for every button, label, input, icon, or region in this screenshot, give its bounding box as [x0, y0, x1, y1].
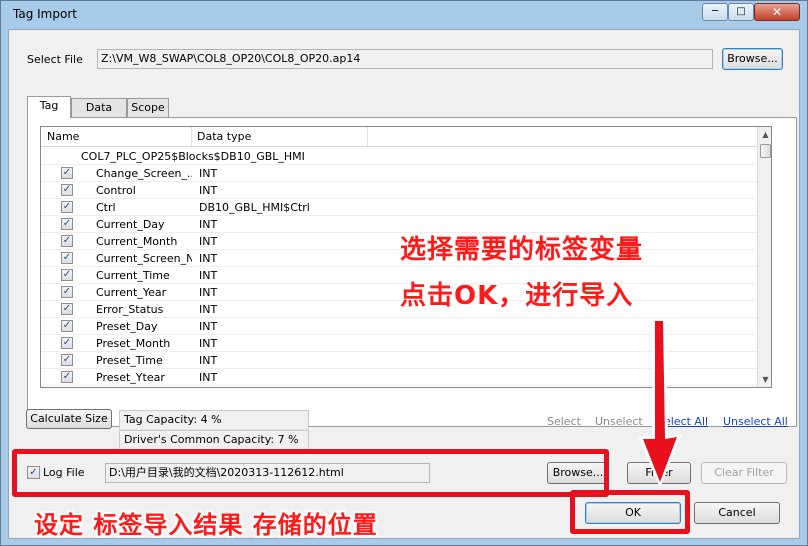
- row-name: Current_Screen_No: [96, 252, 192, 265]
- row-checkbox[interactable]: ✓: [61, 337, 73, 349]
- unselect-all-link[interactable]: Unselect All: [723, 415, 788, 428]
- title-bar[interactable]: Tag Import ─ □ ✕: [1, 1, 807, 29]
- row-name: Preset_Day: [96, 320, 158, 333]
- row-data-type: INT: [199, 286, 218, 299]
- cancel-button[interactable]: Cancel: [694, 502, 780, 524]
- table-row[interactable]: ✓ Control INT: [41, 182, 757, 199]
- table-row[interactable]: ✓ Current_Month INT: [41, 233, 757, 250]
- scroll-up-icon[interactable]: ▲: [758, 127, 771, 142]
- row-checkbox[interactable]: ✓: [61, 303, 73, 315]
- row-data-type: INT: [199, 184, 218, 197]
- driver-capacity-readout: Driver's Common Capacity: 7 %: [119, 430, 309, 450]
- scroll-down-icon[interactable]: ▼: [758, 372, 771, 387]
- table-row[interactable]: ✓ Current_Year INT: [41, 284, 757, 301]
- row-checkbox[interactable]: ✓: [61, 269, 73, 281]
- tab-scope[interactable]: Scope: [127, 98, 169, 118]
- table-row[interactable]: ✓ Ctrl DB10_GBL_HMI$Ctrl: [41, 199, 757, 216]
- row-checkbox[interactable]: ✓: [61, 184, 73, 196]
- row-checkbox[interactable]: ✓: [61, 320, 73, 332]
- maximize-button[interactable]: □: [728, 3, 754, 21]
- select-file-label: Select File: [27, 53, 83, 66]
- row-data-type: INT: [199, 337, 218, 350]
- table-row[interactable]: ✓ Change_Screen_... INT: [41, 165, 757, 182]
- row-checkbox[interactable]: ✓: [61, 167, 73, 179]
- row-data-type: INT: [199, 218, 218, 231]
- table-row[interactable]: ✓ Current_Time INT: [41, 267, 757, 284]
- select-file-browse-button[interactable]: Browse...: [722, 48, 783, 70]
- row-checkbox[interactable]: ✓: [61, 354, 73, 366]
- column-header-data-type[interactable]: Data type: [197, 130, 251, 143]
- annotation-click-ok: 点击OK，进行导入: [400, 281, 634, 311]
- row-name: Current_Month: [96, 235, 178, 248]
- group-row[interactable]: COL7_PLC_OP25$Blocks$DB10_GBL_HMI: [41, 148, 757, 165]
- arrow-down-icon: [638, 318, 682, 488]
- row-data-type: DB10_GBL_HMI$Ctrl: [199, 201, 310, 214]
- row-data-type: INT: [199, 252, 218, 265]
- ok-highlight-box: [570, 490, 690, 534]
- table-row[interactable]: ✓ Current_Screen_No INT: [41, 250, 757, 267]
- row-name: Error_Status: [96, 303, 164, 316]
- tab-data-type[interactable]: Data type: [71, 98, 127, 132]
- row-name: Current_Year: [96, 286, 167, 299]
- table-row[interactable]: ✓ Error_Status INT: [41, 301, 757, 318]
- select-link[interactable]: Select: [547, 415, 581, 428]
- row-checkbox[interactable]: ✓: [61, 286, 73, 298]
- row-name: Preset_Ytear: [96, 371, 165, 384]
- row-data-type: INT: [199, 320, 218, 333]
- row-checkbox[interactable]: ✓: [61, 252, 73, 264]
- annotation-log-location: 设定 标签导入结果 存储的位置: [34, 511, 378, 539]
- log-file-highlight-box: [12, 449, 609, 497]
- table-row[interactable]: ✓ Current_Day INT: [41, 216, 757, 233]
- column-header-name[interactable]: Name: [47, 130, 79, 143]
- row-name: Preset_Time: [96, 354, 163, 367]
- minimize-button[interactable]: ─: [702, 3, 728, 21]
- row-checkbox[interactable]: ✓: [61, 201, 73, 213]
- row-data-type: INT: [199, 269, 218, 282]
- window-title: Tag Import: [13, 7, 77, 21]
- row-name: Control: [96, 184, 136, 197]
- row-name: Current_Time: [96, 269, 170, 282]
- row-data-type: INT: [199, 235, 218, 248]
- calculate-size-button[interactable]: Calculate Size: [26, 409, 112, 429]
- tag-capacity-readout: Tag Capacity: 4 %: [119, 410, 309, 430]
- row-data-type: INT: [199, 303, 218, 316]
- clear-filter-button[interactable]: Clear Filter: [701, 462, 787, 484]
- group-name: COL7_PLC_OP25$Blocks$DB10_GBL_HMI: [81, 150, 305, 163]
- row-name: Ctrl: [96, 201, 116, 214]
- row-checkbox[interactable]: ✓: [61, 218, 73, 230]
- select-file-path-field[interactable]: Z:\VM_W8_SWAP\COL8_OP20\COL8_OP20.ap14: [97, 49, 713, 69]
- scroll-thumb[interactable]: [760, 144, 771, 158]
- tab-tag[interactable]: Tag: [27, 96, 71, 118]
- row-name: Preset_Month: [96, 337, 171, 350]
- close-button[interactable]: ✕: [754, 3, 800, 21]
- row-data-type: INT: [199, 354, 218, 367]
- row-data-type: INT: [199, 371, 218, 384]
- list-header: Name Data type: [41, 127, 757, 147]
- row-name: Current_Day: [96, 218, 165, 231]
- row-data-type: INT: [199, 167, 218, 180]
- row-checkbox[interactable]: ✓: [61, 371, 73, 383]
- annotation-select-tags: 选择需要的标签变量: [400, 235, 644, 265]
- row-name: Change_Screen_...: [96, 167, 192, 180]
- row-checkbox[interactable]: ✓: [61, 235, 73, 247]
- list-vertical-scrollbar[interactable]: ▲ ▼: [757, 127, 771, 387]
